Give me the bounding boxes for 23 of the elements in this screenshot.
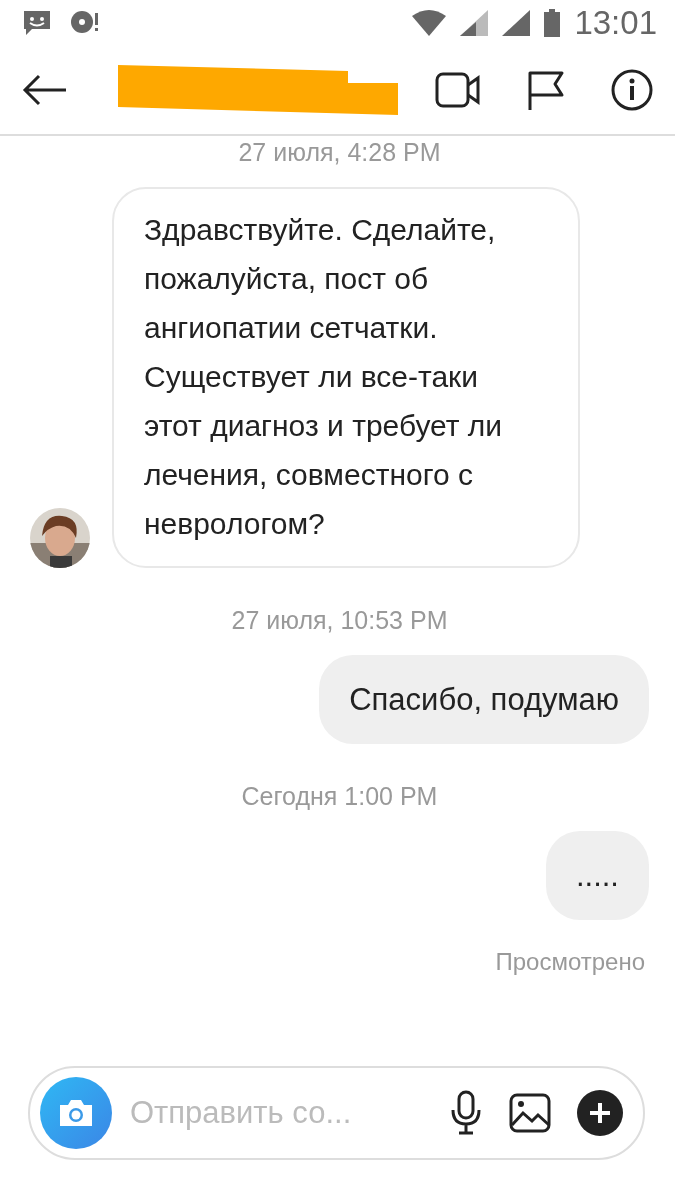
- message-timestamp: 27 июля, 10:53 PM: [231, 605, 448, 635]
- info-icon[interactable]: [611, 69, 653, 111]
- message-timestamp: 27 июля, 4:28 PM: [238, 137, 441, 167]
- camera-icon: [58, 1098, 94, 1128]
- clock-time: 13:01: [574, 4, 657, 42]
- video-camera-icon[interactable]: [435, 71, 481, 109]
- signal-icon: [460, 10, 489, 36]
- incoming-message: Здравствуйте. Сделайте, пожалуйста, пост об ангиопатии сетчатки. Существует ли все-таки этот диагноз и требует ли лечения, совместного с неврологом?: [112, 187, 580, 568]
- gallery-icon[interactable]: [509, 1093, 551, 1133]
- message-notification-icon: [22, 9, 52, 37]
- back-arrow-icon[interactable]: [22, 74, 68, 106]
- wifi-icon: [412, 10, 447, 36]
- signal-icon: [502, 10, 531, 36]
- message-timestamp: Сегодня 1:00 PM: [241, 781, 438, 811]
- outgoing-message: .....: [545, 831, 649, 920]
- outgoing-message: Спасибо, подумаю: [319, 655, 649, 744]
- flag-icon[interactable]: [527, 70, 565, 110]
- microphone-icon[interactable]: [449, 1090, 483, 1136]
- seen-status: Просмотрено: [495, 948, 646, 976]
- add-icon[interactable]: [577, 1090, 623, 1136]
- message-input[interactable]: Отправить со...: [128, 1094, 423, 1132]
- camera-button[interactable]: [40, 1077, 112, 1149]
- battery-icon: [544, 9, 561, 37]
